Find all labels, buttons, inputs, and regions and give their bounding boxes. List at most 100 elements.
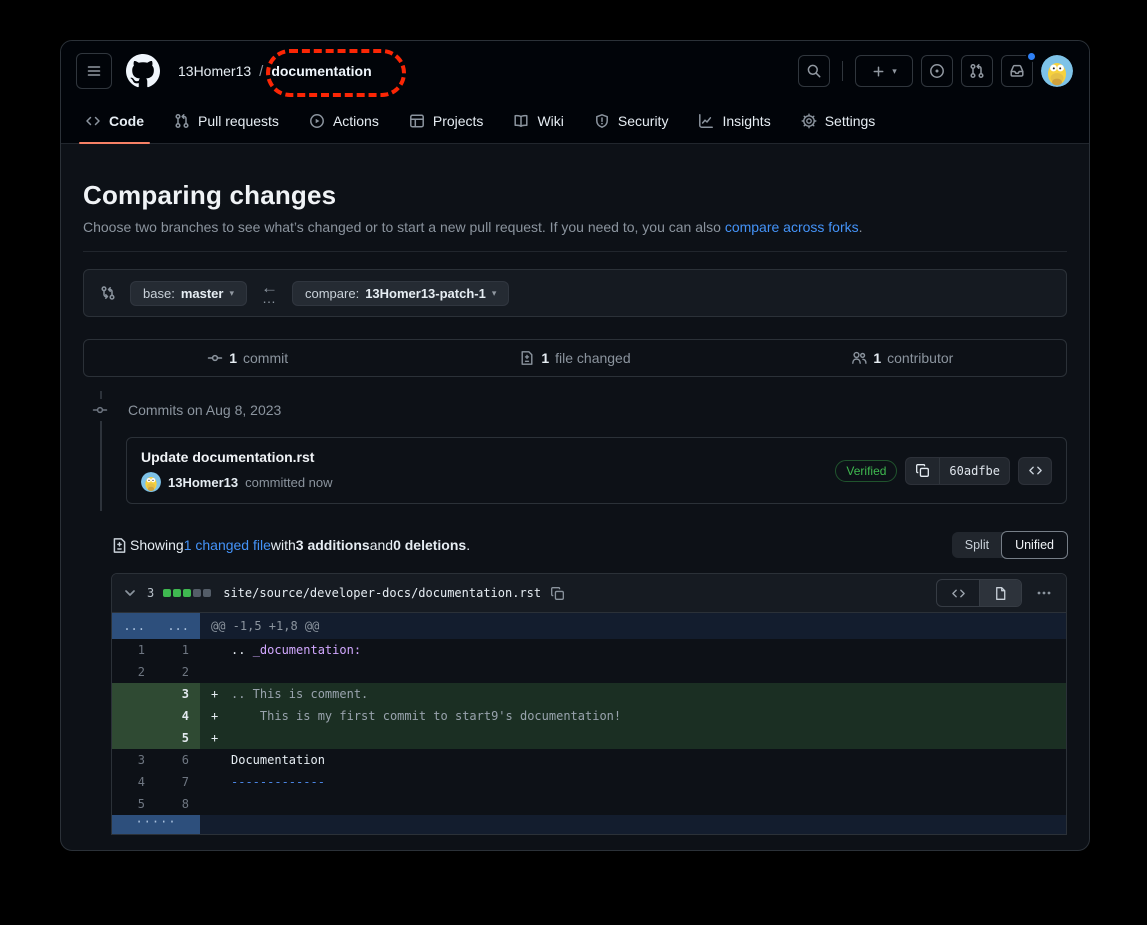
diff-row: 4 7 ------------- — [112, 771, 1066, 793]
line-number-new[interactable]: 1 — [156, 639, 200, 661]
tab-insights[interactable]: Insights — [688, 99, 780, 143]
unified-view-button[interactable]: Unified — [1001, 531, 1068, 559]
source-view-button[interactable] — [937, 580, 979, 606]
diff-block-empty — [203, 589, 211, 597]
header-divider — [842, 61, 843, 81]
line-number-old[interactable]: 5 — [112, 793, 156, 815]
hunk-gutter-new[interactable]: ... — [156, 613, 200, 639]
expand-down-button[interactable]: ····· — [112, 815, 200, 834]
split-view-button[interactable]: Split — [952, 532, 1002, 558]
hamburger-menu-button[interactable] — [76, 53, 112, 89]
code-text: Documentation — [231, 749, 325, 771]
hamburger-icon — [86, 63, 102, 79]
chevron-down-icon: ▾ — [492, 289, 497, 298]
compare-branch-button[interactable]: compare: 13Homer13-patch-1 ▾ — [292, 281, 509, 306]
copy-icon[interactable] — [550, 586, 565, 601]
stat-files-changed[interactable]: 1 file changed — [411, 350, 738, 366]
github-logo[interactable] — [126, 54, 160, 88]
breadcrumb-repo[interactable]: documentation — [271, 63, 371, 79]
line-number-new[interactable]: 3 — [156, 683, 200, 705]
summary-additions: 3 additions — [296, 537, 370, 553]
compare-branch-name: 13Homer13-patch-1 — [365, 286, 486, 301]
diff-sign: + — [211, 705, 231, 727]
people-icon — [851, 350, 867, 366]
rich-view-button[interactable] — [979, 580, 1021, 606]
issue-opened-icon — [929, 63, 945, 79]
tab-actions[interactable]: Actions — [299, 99, 389, 143]
kebab-menu-icon[interactable] — [1032, 581, 1056, 605]
summary-and: and — [370, 537, 393, 553]
tab-actions-label: Actions — [333, 113, 379, 129]
line-number-old[interactable]: 4 — [112, 771, 156, 793]
github-window: 13Homer13 / documentation — [60, 40, 1090, 851]
active-tab-underline — [79, 142, 150, 144]
line-number-old[interactable]: 2 — [112, 661, 156, 683]
play-circle-icon — [309, 113, 325, 129]
intro-text: Choose two branches to see what’s change… — [83, 219, 725, 235]
diff-sign: + — [211, 683, 231, 705]
shield-icon — [594, 113, 610, 129]
diff-filename[interactable]: site/source/developer-docs/documentation… — [223, 586, 541, 600]
chevron-down-icon: ▾ — [892, 67, 897, 76]
changed-file-link[interactable]: 1 changed file — [184, 537, 271, 553]
issues-button[interactable] — [921, 55, 953, 87]
tab-code[interactable]: Code — [75, 99, 154, 143]
tab-projects[interactable]: Projects — [399, 99, 494, 143]
pull-requests-button[interactable] — [961, 55, 993, 87]
base-branch-button[interactable]: base: master ▾ — [130, 281, 247, 306]
copy-sha-button[interactable] — [906, 458, 939, 484]
tab-security[interactable]: Security — [584, 99, 679, 143]
table-icon — [409, 113, 425, 129]
line-number-new[interactable]: 7 — [156, 771, 200, 793]
avatar[interactable] — [1041, 55, 1073, 87]
line-number-old[interactable] — [112, 705, 156, 727]
stat-commits[interactable]: 1 commit — [84, 350, 411, 366]
stat-files-count: 1 — [541, 350, 549, 366]
diff-sign — [211, 749, 231, 771]
diff-block-empty — [193, 589, 201, 597]
line-number-old[interactable]: 1 — [112, 639, 156, 661]
git-compare-icon — [100, 285, 116, 301]
tab-pull-requests[interactable]: Pull requests — [164, 99, 289, 143]
line-number-new[interactable]: 4 — [156, 705, 200, 727]
compare-across-forks-link[interactable]: compare across forks — [725, 219, 859, 235]
line-number-old[interactable]: 3 — [112, 749, 156, 771]
create-new-button[interactable]: ▾ — [855, 55, 913, 87]
diff-row: 1 1 .. _documentation: — [112, 639, 1066, 661]
chevron-down-icon[interactable] — [122, 585, 138, 601]
line-number-new[interactable]: 8 — [156, 793, 200, 815]
line-number-new[interactable]: 2 — [156, 661, 200, 683]
verified-badge[interactable]: Verified — [835, 460, 897, 482]
graph-icon — [698, 113, 714, 129]
stat-contributors-count: 1 — [873, 350, 881, 366]
diff-block-added — [163, 589, 171, 597]
commit-author[interactable]: 13Homer13 — [168, 475, 238, 490]
search-button[interactable] — [798, 55, 830, 87]
diff-row-added: 5 + — [112, 727, 1066, 749]
tab-projects-label: Projects — [433, 113, 484, 129]
code-icon — [85, 113, 101, 129]
stat-contributors[interactable]: 1 contributor — [739, 350, 1066, 366]
git-pull-request-icon — [969, 63, 985, 79]
line-number-new[interactable]: 6 — [156, 749, 200, 771]
commit-sha-group: 60adfbe — [905, 457, 1010, 485]
stat-files-label: file changed — [555, 350, 631, 366]
line-number-old[interactable] — [112, 727, 156, 749]
line-number-old[interactable] — [112, 683, 156, 705]
commit-author-avatar[interactable] — [141, 472, 161, 492]
book-icon — [513, 113, 529, 129]
code-text: ------------- — [231, 771, 325, 793]
breadcrumb-owner[interactable]: 13Homer13 — [178, 63, 251, 79]
tab-settings[interactable]: Settings — [791, 99, 886, 143]
tab-wiki[interactable]: Wiki — [503, 99, 573, 143]
commit-title-link[interactable]: Update documentation.rst — [141, 449, 333, 465]
hunk-gutter-old[interactable]: ... — [112, 613, 156, 639]
summary-mid: with — [271, 537, 296, 553]
commit-sha-link[interactable]: 60adfbe — [939, 458, 1009, 484]
browse-files-button[interactable] — [1018, 457, 1052, 485]
code-text: .. — [231, 639, 253, 661]
commits-section: Commits on Aug 8, 2023 Update documentat… — [83, 399, 1067, 504]
base-label: base: — [143, 286, 175, 301]
file-view-toggle — [936, 579, 1022, 607]
line-number-new[interactable]: 5 — [156, 727, 200, 749]
